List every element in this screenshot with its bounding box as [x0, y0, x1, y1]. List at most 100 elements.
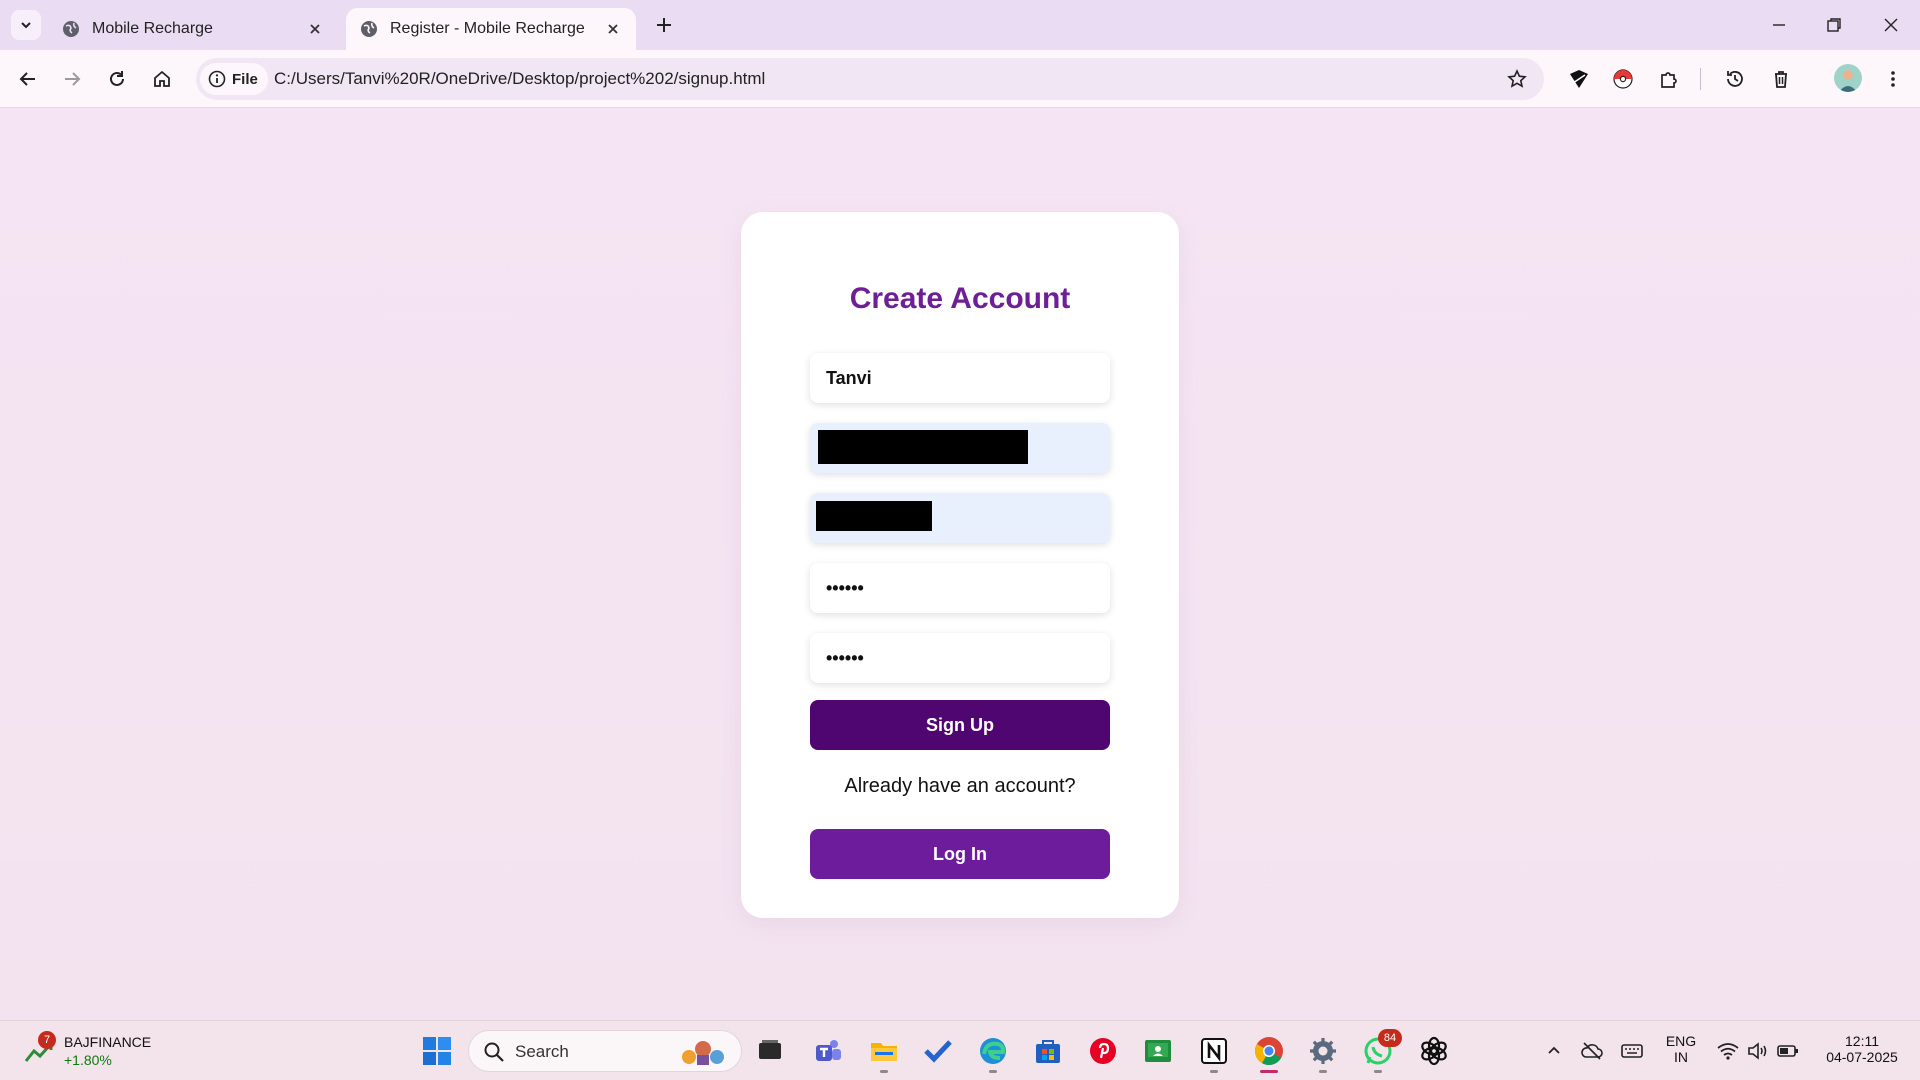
history-button[interactable]: [1722, 66, 1748, 92]
teams-icon: [816, 1040, 841, 1061]
site-info-label: File: [232, 70, 258, 88]
volume-button[interactable]: [1742, 1035, 1774, 1067]
start-button[interactable]: [421, 1035, 453, 1067]
stock-change: +1.80%: [64, 1052, 112, 1068]
login-button[interactable]: Log In: [810, 829, 1110, 879]
email-field[interactable]: [810, 423, 1110, 473]
settings-button[interactable]: [1307, 1035, 1339, 1067]
pokeball-icon: [1613, 69, 1633, 89]
store-button[interactable]: [1032, 1035, 1064, 1067]
url-text[interactable]: C:/Users/Tanvi%20R/OneDrive/Desktop/proj…: [274, 69, 765, 89]
classroom-button[interactable]: [1142, 1035, 1174, 1067]
input-language[interactable]: ENG IN: [1660, 1033, 1702, 1065]
wifi-button[interactable]: [1712, 1035, 1744, 1067]
tab-register[interactable]: Register - Mobile Recharge: [346, 8, 636, 50]
chrome-icon: [1255, 1037, 1283, 1065]
stock-widget[interactable]: 7 BAJFINANCE +1.80%: [24, 1031, 164, 1071]
running-indicator: [1374, 1070, 1382, 1073]
task-view-icon: [759, 1040, 781, 1059]
chatgpt-button[interactable]: [1418, 1035, 1450, 1067]
more-vertical-icon: [1891, 71, 1895, 87]
chrome-button[interactable]: [1253, 1035, 1285, 1067]
edge-icon: [980, 1038, 1006, 1064]
todo-button[interactable]: [922, 1035, 954, 1067]
signup-button[interactable]: Sign Up: [810, 700, 1110, 750]
trash-icon: [1775, 71, 1787, 88]
time: 12:11: [1845, 1033, 1879, 1049]
page-viewport: Create Account Tanvi •••••• •••••• Sign …: [0, 108, 1920, 1020]
teams-button[interactable]: [812, 1035, 844, 1067]
close-icon[interactable]: [306, 20, 324, 38]
profile-avatar[interactable]: [1834, 64, 1862, 92]
info-icon: [208, 70, 226, 88]
name-field[interactable]: Tanvi: [810, 353, 1110, 403]
delete-button[interactable]: [1768, 66, 1794, 92]
show-hidden-icons-button[interactable]: [1538, 1035, 1570, 1067]
task-view-button[interactable]: [754, 1035, 786, 1067]
reload-icon: [110, 71, 124, 86]
history-icon: [1727, 71, 1743, 87]
extension-button[interactable]: [1566, 66, 1592, 92]
notion-button[interactable]: [1198, 1035, 1230, 1067]
touch-keyboard-button[interactable]: [1616, 1035, 1648, 1067]
tab-mobile-recharge[interactable]: Mobile Recharge: [48, 8, 338, 50]
battery-button[interactable]: [1772, 1035, 1804, 1067]
taskbar-search[interactable]: Search: [468, 1030, 742, 1072]
clock[interactable]: 12:11 04-07-2025: [1812, 1033, 1912, 1065]
running-indicator: [1319, 1070, 1327, 1073]
close-icon[interactable]: [604, 20, 622, 38]
reload-button[interactable]: [103, 65, 131, 93]
avatar-icon: [1839, 70, 1857, 92]
file-explorer-button[interactable]: [868, 1035, 900, 1067]
running-indicator: [880, 1070, 888, 1073]
minimize-icon[interactable]: [1768, 14, 1790, 36]
phone-field[interactable]: [810, 493, 1110, 543]
cloud-off-icon: [1581, 1042, 1603, 1060]
whatsapp-badge: 84: [1378, 1029, 1402, 1047]
menu-button[interactable]: [1880, 66, 1906, 92]
wifi-icon: [1717, 1043, 1739, 1060]
search-label: Search: [515, 1042, 569, 1061]
puzzle-icon: [1661, 72, 1677, 88]
tab-title: Register - Mobile Recharge: [390, 20, 585, 37]
notion-icon: [1201, 1038, 1227, 1064]
pinterest-button[interactable]: [1087, 1035, 1119, 1067]
tab-search-button[interactable]: [11, 10, 41, 40]
search-highlight-icon: [682, 1041, 724, 1065]
pinterest-icon: [1090, 1038, 1116, 1064]
password-field[interactable]: ••••••: [810, 563, 1110, 613]
page-title: Create Account: [849, 282, 1071, 315]
address-bar[interactable]: File C:/Users/Tanvi%20R/OneDrive/Desktop…: [196, 58, 1544, 100]
restore-icon[interactable]: [1823, 14, 1845, 36]
region-code: IN: [1674, 1049, 1688, 1065]
onedrive-button[interactable]: [1576, 1035, 1608, 1067]
edge-button[interactable]: [977, 1035, 1009, 1067]
stock-name: BAJFINANCE: [64, 1034, 152, 1050]
volume-icon: [1748, 1042, 1767, 1060]
home-button[interactable]: [148, 65, 176, 93]
store-icon: [1036, 1040, 1060, 1063]
redacted-email: [818, 430, 1028, 464]
back-button[interactable]: [14, 65, 42, 93]
battery-icon: [1777, 1045, 1798, 1057]
already-have-account-text: Already have an account?: [844, 775, 1076, 797]
site-info-chip[interactable]: File: [200, 63, 268, 95]
confirm-password-field[interactable]: ••••••: [810, 633, 1110, 683]
running-indicator: [989, 1070, 997, 1073]
stock-badge: 7: [38, 1031, 56, 1049]
bookmark-star-icon[interactable]: [1506, 68, 1528, 90]
redacted-phone: [816, 501, 932, 531]
active-indicator: [1260, 1070, 1278, 1073]
classroom-icon: [1145, 1040, 1171, 1062]
chevron-down-icon: [21, 22, 31, 29]
windows-icon: [423, 1037, 451, 1065]
new-tab-icon[interactable]: [652, 13, 676, 37]
gear-icon: [1310, 1038, 1336, 1064]
extensions-button[interactable]: [1656, 66, 1682, 92]
browser-toolbar: File C:/Users/Tanvi%20R/OneDrive/Desktop…: [0, 50, 1920, 108]
forward-button[interactable]: [58, 65, 86, 93]
keyboard-icon: [1621, 1044, 1643, 1058]
window-close-icon[interactable]: [1880, 14, 1902, 36]
pokeball-extension-button[interactable]: [1610, 66, 1636, 92]
language-code: ENG: [1665, 1033, 1697, 1049]
